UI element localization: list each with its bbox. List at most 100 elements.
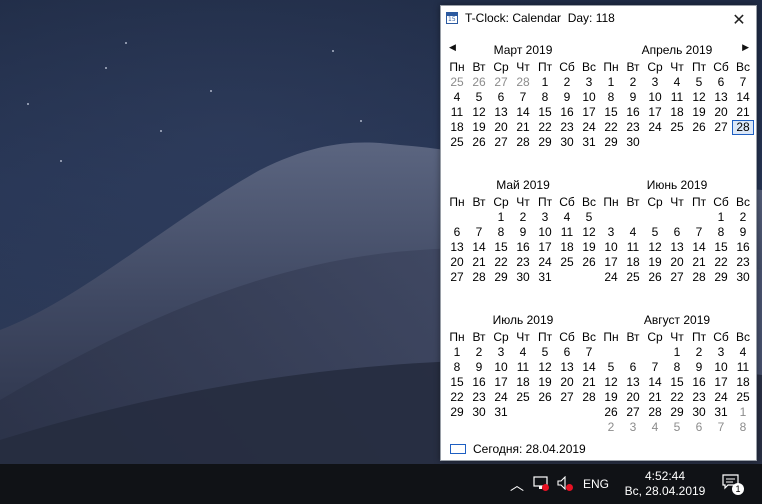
- day-cell[interactable]: 9: [688, 360, 710, 375]
- day-cell[interactable]: 12: [534, 360, 556, 375]
- day-cell[interactable]: 27: [710, 120, 732, 135]
- month-title[interactable]: Июнь 2019: [600, 177, 754, 193]
- day-cell[interactable]: 23: [556, 120, 578, 135]
- day-cell[interactable]: 2: [688, 345, 710, 360]
- day-cell[interactable]: 25: [666, 120, 688, 135]
- day-cell[interactable]: 7: [512, 90, 534, 105]
- day-cell[interactable]: 20: [556, 375, 578, 390]
- day-cell[interactable]: 9: [732, 225, 754, 240]
- day-cell[interactable]: 6: [622, 360, 644, 375]
- day-cell[interactable]: 20: [622, 390, 644, 405]
- day-cell[interactable]: 5: [644, 225, 666, 240]
- day-cell[interactable]: 7: [710, 420, 732, 435]
- day-cell[interactable]: 21: [732, 105, 754, 120]
- day-cell[interactable]: 28: [512, 135, 534, 150]
- day-cell[interactable]: 26: [468, 75, 490, 90]
- day-cell[interactable]: 31: [534, 270, 556, 285]
- day-cell[interactable]: 18: [512, 375, 534, 390]
- day-cell[interactable]: 12: [600, 375, 622, 390]
- day-cell[interactable]: 12: [468, 105, 490, 120]
- day-cell[interactable]: 2: [512, 210, 534, 225]
- day-cell[interactable]: 22: [600, 120, 622, 135]
- day-cell[interactable]: 6: [688, 420, 710, 435]
- day-cell[interactable]: 26: [644, 270, 666, 285]
- day-cell[interactable]: 7: [732, 75, 754, 90]
- day-cell[interactable]: 22: [710, 255, 732, 270]
- day-cell[interactable]: 5: [578, 210, 600, 225]
- day-cell[interactable]: 8: [666, 360, 688, 375]
- day-cell[interactable]: 2: [468, 345, 490, 360]
- day-cell[interactable]: 29: [446, 405, 468, 420]
- day-cell[interactable]: 25: [622, 270, 644, 285]
- language-indicator[interactable]: ENG: [583, 477, 609, 491]
- day-cell[interactable]: 15: [600, 105, 622, 120]
- day-cell[interactable]: 17: [578, 105, 600, 120]
- month-title[interactable]: Май 2019: [446, 177, 600, 193]
- day-cell[interactable]: 21: [578, 375, 600, 390]
- day-cell[interactable]: 14: [732, 90, 754, 105]
- day-cell[interactable]: 3: [622, 420, 644, 435]
- day-cell[interactable]: 22: [490, 255, 512, 270]
- day-cell[interactable]: 28: [512, 75, 534, 90]
- day-cell[interactable]: 2: [600, 420, 622, 435]
- day-cell[interactable]: 25: [446, 135, 468, 150]
- taskbar-clock[interactable]: 4:52:44 Вс, 28.04.2019: [615, 469, 715, 499]
- day-cell[interactable]: 1: [446, 345, 468, 360]
- notification-center-button[interactable]: 1: [722, 474, 744, 495]
- day-cell[interactable]: 18: [732, 375, 754, 390]
- day-cell[interactable]: 8: [732, 420, 754, 435]
- day-cell[interactable]: 8: [490, 225, 512, 240]
- day-cell[interactable]: 1: [534, 75, 556, 90]
- day-cell[interactable]: 4: [512, 345, 534, 360]
- day-cell[interactable]: 15: [666, 375, 688, 390]
- day-cell[interactable]: 10: [490, 360, 512, 375]
- day-cell[interactable]: 4: [622, 225, 644, 240]
- day-cell[interactable]: 24: [644, 120, 666, 135]
- day-cell[interactable]: 29: [710, 270, 732, 285]
- day-cell[interactable]: 6: [666, 225, 688, 240]
- day-cell[interactable]: 13: [710, 90, 732, 105]
- day-cell[interactable]: 19: [644, 255, 666, 270]
- day-cell[interactable]: 10: [644, 90, 666, 105]
- day-cell[interactable]: 9: [468, 360, 490, 375]
- day-cell[interactable]: 5: [666, 420, 688, 435]
- day-cell[interactable]: 26: [688, 120, 710, 135]
- day-cell[interactable]: 17: [534, 240, 556, 255]
- day-cell[interactable]: 22: [446, 390, 468, 405]
- day-cell[interactable]: 30: [622, 135, 644, 150]
- month-title[interactable]: Август 2019: [600, 312, 754, 328]
- day-cell[interactable]: 24: [578, 120, 600, 135]
- day-cell[interactable]: 10: [578, 90, 600, 105]
- day-cell[interactable]: 24: [534, 255, 556, 270]
- day-cell[interactable]: 25: [732, 390, 754, 405]
- day-cell[interactable]: 31: [578, 135, 600, 150]
- day-cell[interactable]: 9: [622, 90, 644, 105]
- day-cell[interactable]: 6: [710, 75, 732, 90]
- day-cell[interactable]: 16: [732, 240, 754, 255]
- day-cell[interactable]: 17: [644, 105, 666, 120]
- day-cell[interactable]: 19: [534, 375, 556, 390]
- month-title[interactable]: Июль 2019: [446, 312, 600, 328]
- day-cell[interactable]: 6: [490, 90, 512, 105]
- day-cell[interactable]: 17: [710, 375, 732, 390]
- volume-muted-icon[interactable]: [557, 475, 573, 491]
- day-cell[interactable]: 23: [512, 255, 534, 270]
- day-cell[interactable]: 20: [446, 255, 468, 270]
- day-cell[interactable]: 18: [666, 105, 688, 120]
- day-cell[interactable]: 2: [732, 210, 754, 225]
- day-cell[interactable]: 30: [512, 270, 534, 285]
- day-cell[interactable]: 26: [578, 255, 600, 270]
- day-cell[interactable]: 24: [710, 390, 732, 405]
- day-cell[interactable]: 7: [468, 225, 490, 240]
- day-cell[interactable]: 21: [644, 390, 666, 405]
- day-cell[interactable]: 15: [490, 240, 512, 255]
- day-cell[interactable]: 10: [534, 225, 556, 240]
- day-cell[interactable]: 16: [468, 375, 490, 390]
- day-cell[interactable]: 13: [556, 360, 578, 375]
- day-cell[interactable]: 16: [688, 375, 710, 390]
- day-cell[interactable]: 31: [710, 405, 732, 420]
- day-cell[interactable]: 19: [600, 390, 622, 405]
- day-cell[interactable]: 14: [688, 240, 710, 255]
- day-cell[interactable]: 15: [534, 105, 556, 120]
- day-cell[interactable]: 4: [446, 90, 468, 105]
